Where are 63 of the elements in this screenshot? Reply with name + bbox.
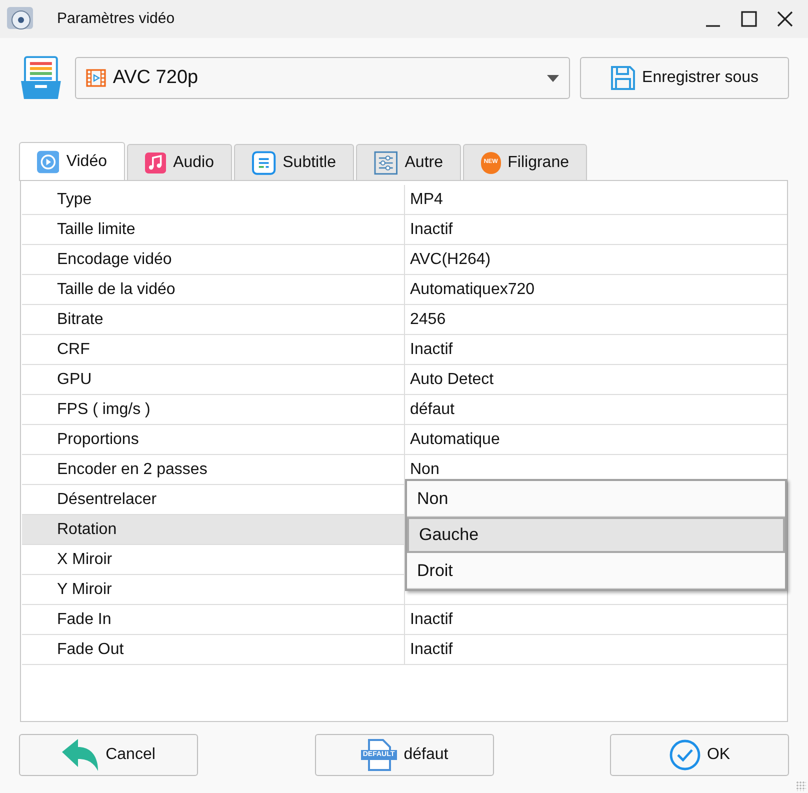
property-name: Encoder en 2 passes	[57, 460, 208, 480]
property-value: 2456	[410, 310, 446, 330]
property-name: GPU	[57, 370, 92, 390]
property-value: Inactif	[410, 610, 453, 630]
resize-grip-icon[interactable]	[796, 781, 806, 791]
tab[interactable]: Subtitle	[234, 144, 354, 180]
table-row[interactable]: FPS ( img/s ) défaut	[22, 395, 787, 425]
property-value: Non	[410, 460, 440, 480]
tab[interactable]: Autre	[356, 144, 461, 180]
table-row[interactable]: Taille de la vidéo Automatiquex720	[22, 275, 787, 305]
property-name: X Miroir	[57, 550, 112, 570]
property-name: Taille limite	[57, 220, 136, 240]
window-title: Paramètres vidéo	[57, 8, 175, 29]
maximize-icon[interactable]	[740, 10, 758, 28]
property-name: Type	[57, 190, 92, 210]
dropdown-option[interactable]: Non	[407, 481, 785, 517]
property-name: Encodage vidéo	[57, 250, 172, 270]
property-name: CRF	[57, 340, 90, 360]
tab[interactable]: Audio	[127, 144, 232, 180]
preset-dropdown[interactable]: AVC 720p	[74, 57, 570, 99]
property-name: Taille de la vidéo	[57, 280, 176, 300]
property-value: MP4	[410, 190, 443, 210]
property-value: Automatiquex720	[410, 280, 535, 300]
property-name: FPS ( img/s )	[57, 400, 150, 420]
save-as-button[interactable]: Enregistrer sous	[580, 57, 789, 99]
cancel-button[interactable]: Cancel	[19, 734, 198, 776]
table-row[interactable]: GPU Auto Detect	[22, 365, 787, 395]
property-name: Rotation	[57, 520, 117, 540]
property-name: Proportions	[57, 430, 139, 450]
table-row[interactable]: Fade In Inactif	[22, 605, 787, 635]
table-row[interactable]: CRF Inactif	[22, 335, 787, 365]
music-note-icon	[145, 150, 166, 174]
dropdown-arrow-icon	[546, 74, 559, 82]
ok-button[interactable]: OK	[610, 734, 789, 776]
property-name: Désentrelacer	[57, 490, 157, 510]
table-row[interactable]: Bitrate 2456	[22, 305, 787, 335]
checkmark-circle-icon	[668, 739, 701, 771]
property-value: défaut	[410, 400, 454, 420]
property-value: Auto Detect	[410, 370, 494, 390]
dropdown-option[interactable]: Gauche	[407, 517, 785, 553]
list-tray-icon	[19, 55, 63, 101]
table-row[interactable]: Encodage vidéo AVC(H264)	[22, 245, 787, 275]
property-value: Inactif	[410, 340, 453, 360]
property-value: AVC(H264)	[410, 250, 491, 270]
table-row[interactable]: Fade Out Inactif	[22, 635, 787, 665]
table-row[interactable]: Type MP4	[22, 185, 787, 215]
back-arrow-icon	[62, 739, 100, 771]
dropdown-option[interactable]: Droit	[407, 553, 785, 589]
subtitle-icon	[252, 150, 276, 174]
film-icon	[86, 69, 106, 87]
close-icon[interactable]	[776, 10, 794, 28]
sliders-icon	[374, 150, 398, 174]
table-row[interactable]: Taille limite Inactif	[22, 215, 787, 245]
property-value: Inactif	[410, 220, 453, 240]
play-icon	[37, 150, 60, 174]
property-name: Fade In	[57, 610, 112, 630]
property-name: Bitrate	[57, 310, 104, 330]
property-value: Inactif	[410, 640, 453, 660]
property-value: Automatique	[410, 430, 500, 450]
tab[interactable]: Vidéo	[19, 142, 125, 181]
table-row[interactable]: Proportions Automatique	[22, 425, 787, 455]
property-name: Y Miroir	[57, 580, 112, 600]
property-name: Fade Out	[57, 640, 124, 660]
